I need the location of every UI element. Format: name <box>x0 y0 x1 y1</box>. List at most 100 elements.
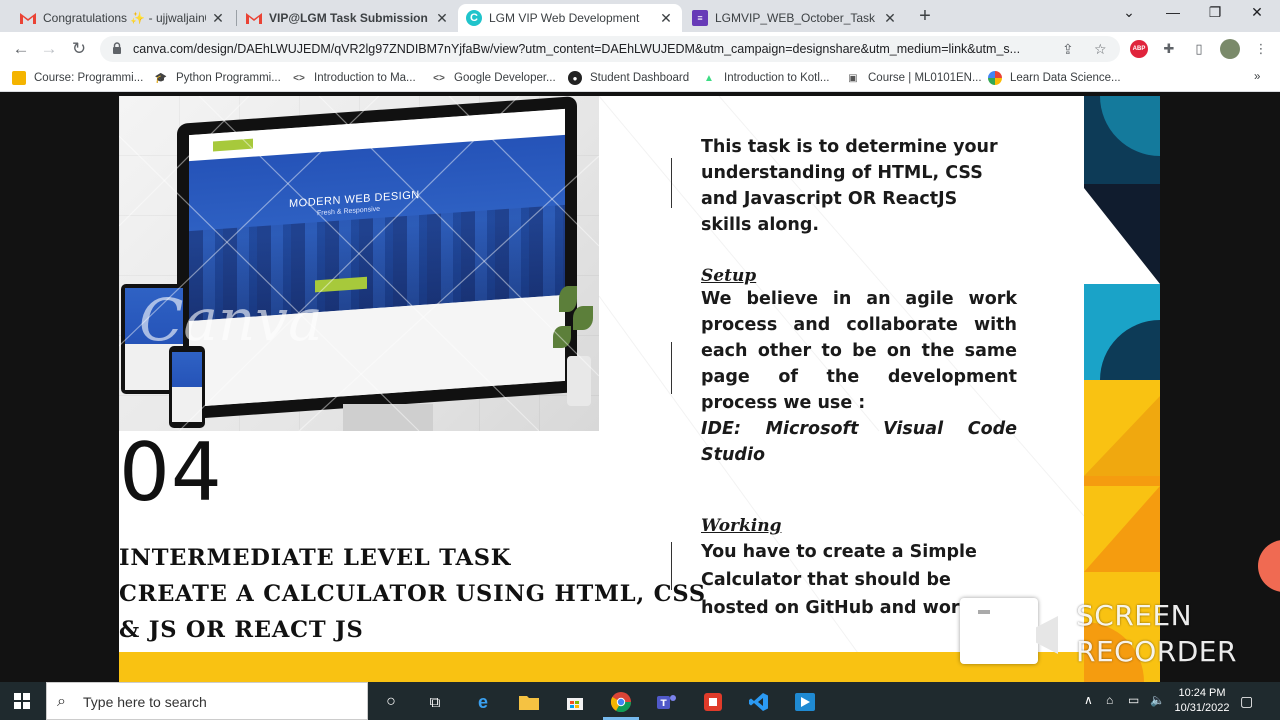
windows-start-icon[interactable] <box>14 693 30 709</box>
taskbar-clock[interactable]: 10:24 PM 10/31/2022 <box>1172 686 1232 716</box>
reload-icon[interactable]: ↻ <box>68 38 90 60</box>
tab-title: LGMVIP_WEB_October_Task Sub <box>715 11 878 25</box>
setup-section: Setup We believe in an agile work proces… <box>701 266 1017 468</box>
bookmarks-bar: Course: Programmi... 🎓 Python Programmi.… <box>0 66 1280 92</box>
tab-gmail-vip-submission[interactable]: VIP@LGM Task Submission Fo ✕ <box>238 4 458 32</box>
notifications-icon[interactable]: ▢ <box>1240 693 1253 710</box>
profile-avatar[interactable] <box>1220 39 1240 59</box>
divider-line <box>671 542 672 590</box>
network-icon[interactable]: ⌂ <box>1106 693 1113 707</box>
share-icon[interactable]: ⇪ <box>1062 41 1074 58</box>
canva-watermark: Canva <box>139 286 323 354</box>
working-title: Working <box>701 516 782 536</box>
minimize-icon[interactable]: — <box>1158 4 1188 26</box>
tab-separator <box>236 10 237 26</box>
bookmark-page-icon: 🎓 <box>154 72 168 84</box>
microsoft-store-icon[interactable] <box>564 691 586 713</box>
side-panel-icon[interactable]: ▯ <box>1190 40 1208 58</box>
monitor-screen: MODERN WEB DESIGN Fresh & Responsive <box>189 108 565 408</box>
gmail-icon <box>246 10 262 26</box>
bookmark-introduction-kotlin[interactable]: ▲ Introduction to Kotl... <box>702 71 829 85</box>
close-tab-icon[interactable]: ✕ <box>434 10 450 27</box>
setup-title: Setup <box>701 266 757 286</box>
bookmark-label: Course | ML0101EN... <box>868 72 982 84</box>
tab-title: LGM VIP Web Development <box>489 11 640 25</box>
svg-text:T: T <box>661 699 668 709</box>
taskbar-search-box[interactable]: ⌕ Type here to search <box>46 682 368 720</box>
bookmark-label: Introduction to Kotl... <box>724 72 830 84</box>
back-arrow-icon[interactable]: ← <box>10 38 32 60</box>
clock-time: 10:24 PM <box>1178 687 1226 699</box>
forward-arrow-icon[interactable]: → <box>38 38 60 60</box>
divider-line <box>671 342 672 394</box>
screen-recorder-app-icon[interactable] <box>702 691 724 713</box>
slide: MODERN WEB DESIGN Fresh & Responsive Can… <box>119 96 1084 682</box>
android-icon: ▲ <box>704 72 714 84</box>
maximize-icon[interactable]: ❐ <box>1200 4 1230 26</box>
course-icon: ▣ <box>848 72 858 84</box>
chrome-icon[interactable] <box>610 691 632 713</box>
divider-line <box>671 158 672 208</box>
next-slide-decoration <box>1084 96 1160 682</box>
tab-title: VIP@LGM Task Submission Fo <box>269 11 430 25</box>
clock-date: 10/31/2022 <box>1174 702 1230 714</box>
task-number: 04 <box>119 426 223 519</box>
bookmark-label: Python Programmi... <box>176 72 281 84</box>
address-bar[interactable]: canva.com/design/DAEhLWUJEDM/qVR2lg97ZND… <box>100 36 1120 62</box>
volume-icon[interactable]: 🔈 <box>1150 693 1165 707</box>
geometric-pattern <box>1084 96 1160 682</box>
edge-icon[interactable]: e <box>472 691 494 713</box>
bookmark-google-developer[interactable]: <> Google Developer... <box>432 71 556 85</box>
windows-taskbar: ⌕ Type here to search ○ ⧉ e T ∧ ⌂ ▭ 🔈 10… <box>0 682 1280 720</box>
url-text: canva.com/design/DAEhLWUJEDM/qVR2lg97ZND… <box>133 42 1021 56</box>
close-tab-icon[interactable]: ✕ <box>882 10 898 27</box>
close-tab-icon[interactable]: ✕ <box>658 10 674 27</box>
moodle-icon <box>12 71 26 85</box>
bookmark-star-icon[interactable]: ☆ <box>1094 41 1107 58</box>
bookmark-label: Course: Programmi... <box>34 72 144 84</box>
bookmark-student-dashboard[interactable]: ● Student Dashboard <box>568 71 689 85</box>
recorder-line: SCREEN <box>1076 599 1193 632</box>
teams-icon[interactable]: T <box>656 691 678 713</box>
close-window-icon[interactable]: ✕ <box>1242 4 1272 26</box>
bookmark-introduction-ma[interactable]: <> Introduction to Ma... <box>292 71 415 85</box>
lock-icon <box>113 42 121 54</box>
data-science-icon <box>988 71 1002 85</box>
task-view-icon[interactable]: ⧉ <box>424 691 446 713</box>
bookmark-course-ml0101en[interactable]: ▣ Course | ML0101EN... <box>846 71 982 85</box>
task-heading-line: CREATE A CALCULATOR USING HTML, CSS <box>119 581 706 607</box>
tab-lgm-vip-web-development[interactable]: C LGM VIP Web Development ✕ <box>458 4 682 32</box>
adblock-icon[interactable]: ABP <box>1130 40 1148 58</box>
bookmark-course-programming[interactable]: Course: Programmi... <box>12 71 143 85</box>
battery-icon[interactable]: ▭ <box>1128 693 1139 707</box>
new-tab-icon[interactable]: + <box>914 6 936 28</box>
show-hidden-icons-icon[interactable]: ∧ <box>1084 693 1093 707</box>
browser-toolbar: ← → ↻ canva.com/design/DAEhLWUJEDM/qVR2l… <box>0 32 1280 66</box>
more-bookmarks-icon[interactable]: » <box>1254 71 1260 83</box>
bookmark-python-programming[interactable]: 🎓 Python Programmi... <box>154 71 281 85</box>
vscode-icon[interactable] <box>748 691 770 713</box>
presentation-viewport: MODERN WEB DESIGN Fresh & Responsive Can… <box>0 92 1280 682</box>
screen-recorder-watermark: SCREEN RECORDER <box>1076 598 1237 670</box>
tab-gmail-congratulations[interactable]: Congratulations ✨ - ujjwaljain0 ✕ <box>12 4 234 32</box>
code-brackets-icon: <> <box>293 72 305 84</box>
bookmark-learn-data-science[interactable]: Learn Data Science... <box>988 71 1121 85</box>
extensions-puzzle-icon[interactable]: ✚ <box>1160 40 1178 58</box>
remote-app-icon[interactable] <box>794 691 816 713</box>
tab-search-chevron-icon[interactable]: ⌄ <box>1114 4 1144 26</box>
setup-text: We believe in an agile work process and … <box>701 289 1017 413</box>
record-button-icon[interactable] <box>1258 540 1280 592</box>
task-heading-line: & JS OR REACT JS <box>119 617 364 643</box>
task-heading-line: INTERMEDIATE LEVEL TASK <box>119 545 512 571</box>
monitor-stand <box>343 404 433 431</box>
recorder-preview-window[interactable] <box>960 598 1038 664</box>
cortana-icon[interactable]: ○ <box>380 691 402 713</box>
bookmark-label: Google Developer... <box>454 72 556 84</box>
more-menu-icon[interactable]: ⋮ <box>1252 40 1270 58</box>
monitor-mockup: MODERN WEB DESIGN Fresh & Responsive <box>177 96 577 420</box>
tab-lgmvip-forms[interactable]: ≡ LGMVIP_WEB_October_Task Sub ✕ <box>684 4 906 32</box>
code-brackets-icon: <> <box>433 72 445 84</box>
gmail-icon <box>20 10 36 26</box>
file-explorer-icon[interactable] <box>518 691 540 713</box>
close-tab-icon[interactable]: ✕ <box>210 10 226 27</box>
